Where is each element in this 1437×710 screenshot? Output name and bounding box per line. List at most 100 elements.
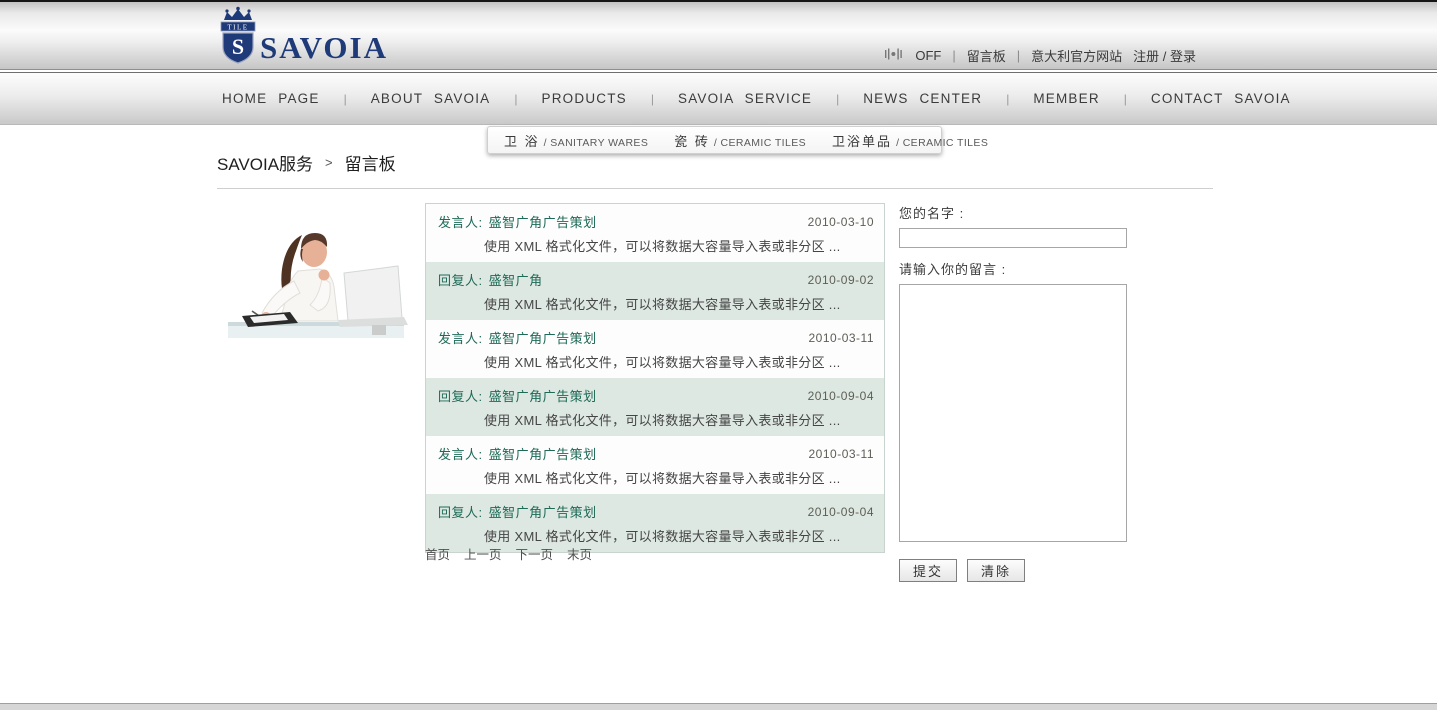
sound-icon[interactable]	[885, 48, 902, 63]
nav-link[interactable]: NEWS CENTER	[861, 85, 984, 112]
nav-separator: |	[344, 92, 347, 106]
message-author-name[interactable]: 盛智广角广告策划	[489, 447, 597, 462]
message-label: 请输入你的留言 :	[899, 259, 1129, 278]
message-row-header: 发言人: 盛智广角广告策划 2010-03-11	[438, 444, 874, 463]
message-row-header: 回复人: 盛智广角广告策划 2010-09-04	[438, 386, 874, 405]
content-area: SAVOIA服务 > 留言板	[217, 150, 1213, 603]
message-list: 发言人: 盛智广角广告策划 2010-03-10 使用 XML 格式化文件，可以将…	[425, 203, 885, 553]
main-nav-item: SAVOIA SERVICE |	[676, 85, 861, 112]
submenu-item[interactable]: 瓷 砖 / CERAMIC TILES	[674, 131, 806, 150]
nav-separator: |	[836, 92, 839, 106]
message-excerpt[interactable]: 使用 XML 格式化文件，可以将数据大容量导入表或非分区 ...	[438, 526, 874, 545]
nav-link[interactable]: SAVOIA SERVICE	[676, 85, 814, 112]
message-role-label: 发言人:	[438, 331, 483, 346]
message-textarea[interactable]	[899, 284, 1127, 542]
topbar-links: OFF | 留言板 | 意大利官方网站 注册 / 登录	[885, 46, 1196, 65]
message-author-name[interactable]: 盛智广角广告策划	[489, 389, 597, 404]
savoia-logo-graphic: TILE S SAVOIA	[210, 6, 390, 68]
nav-link[interactable]: PRODUCTS	[540, 85, 629, 112]
breadcrumb-current: 留言板	[345, 150, 396, 175]
form-buttons: 提交 清除	[899, 559, 1129, 582]
pagination: 首页 上一页 下一页 末页	[425, 544, 592, 563]
pagination-link[interactable]: 下一页	[516, 544, 554, 563]
submenu-item-en: / SANITARY WARES	[544, 137, 649, 149]
nav-link[interactable]: CONTACT SAVOIA	[1149, 85, 1293, 112]
message-excerpt[interactable]: 使用 XML 格式化文件，可以将数据大容量导入表或非分区 ...	[438, 294, 874, 313]
message-row[interactable]: 发言人: 盛智广角广告策划 2010-03-11 使用 XML 格式化文件，可以将…	[426, 436, 884, 494]
breadcrumb-separator: >	[325, 155, 333, 170]
breadcrumb-divider	[217, 188, 1213, 189]
main-nav-item: HOME PAGE |	[220, 85, 369, 112]
name-input[interactable]	[899, 228, 1127, 248]
message-row[interactable]: 发言人: 盛智广角广告策划 2010-03-10 使用 XML 格式化文件，可以将…	[426, 204, 884, 262]
message-row[interactable]: 回复人:盛智广角 2010-09-02 使用 XML 格式化文件，可以将数据大容…	[426, 262, 884, 320]
message-row-header: 发言人: 盛智广角广告策划 2010-03-11	[438, 328, 874, 347]
breadcrumb-section[interactable]: SAVOIA服务	[217, 150, 313, 175]
message-author: 发言人: 盛智广角广告策划	[438, 212, 597, 231]
message-role-label: 回复人:	[438, 389, 483, 404]
message-author: 回复人:盛智广角	[438, 270, 543, 289]
message-row[interactable]: 回复人: 盛智广角广告策划 2010-09-04 使用 XML 格式化文件，可以将…	[426, 378, 884, 436]
pagination-link[interactable]: 末页	[567, 544, 592, 563]
message-row-header: 发言人: 盛智广角广告策划 2010-03-10	[438, 212, 874, 231]
nav-link[interactable]: ABOUT SAVOIA	[369, 85, 493, 112]
main-nav-item: MEMBER |	[1031, 85, 1149, 112]
message-author-name[interactable]: 盛智广角广告策划	[489, 331, 597, 346]
message-date: 2010-03-11	[809, 447, 875, 461]
tile-band-text: TILE	[227, 23, 248, 31]
submenu-item[interactable]: 卫 浴 / SANITARY WARES	[504, 131, 648, 150]
message-excerpt[interactable]: 使用 XML 格式化文件，可以将数据大容量导入表或非分区 ...	[438, 410, 874, 429]
message-author-name[interactable]: 盛智广角	[489, 273, 543, 288]
shield-letter: S	[232, 34, 244, 59]
message-date: 2010-09-02	[808, 273, 874, 287]
submenu-item-zh: 卫浴单品	[832, 131, 892, 150]
message-row[interactable]: 发言人: 盛智广角广告策划 2010-03-11 使用 XML 格式化文件，可以将…	[426, 320, 884, 378]
message-date: 2010-09-04	[808, 505, 874, 519]
nav-link[interactable]: HOME PAGE	[220, 85, 322, 112]
savoia-logo[interactable]: TILE S SAVOIA	[210, 6, 390, 68]
main-columns: 发言人: 盛智广角广告策划 2010-03-10 使用 XML 格式化文件，可以将…	[217, 203, 1213, 603]
page: { "brand": { "name": "SAVOIA", "shield_t…	[0, 0, 1437, 710]
messageboard-link[interactable]: 留言板	[967, 46, 1006, 65]
sound-toggle-link[interactable]: OFF	[915, 48, 941, 63]
register-login-link[interactable]: 注册 / 登录	[1133, 46, 1196, 65]
nav-separator: |	[514, 92, 517, 106]
message-row-header: 回复人:盛智广角 2010-09-02	[438, 270, 874, 289]
italy-site-link[interactable]: 意大利官方网站	[1031, 46, 1122, 65]
main-nav-list: HOME PAGE | ABOUT SAVOIA | PRODUCTS | SA…	[220, 73, 1437, 124]
message-role-label: 发言人:	[438, 215, 483, 230]
products-submenu: 卫 浴 / SANITARY WARES 瓷 砖 / CERAMIC TILES…	[487, 126, 942, 154]
submenu-item-zh: 瓷 砖	[674, 131, 710, 150]
nav-link[interactable]: MEMBER	[1031, 85, 1101, 112]
message-date: 2010-09-04	[808, 389, 874, 403]
name-label: 您的名字 :	[899, 203, 1129, 222]
message-author: 发言人: 盛智广角广告策划	[438, 444, 597, 463]
message-date: 2010-03-10	[808, 215, 874, 229]
clear-button[interactable]: 清除	[967, 559, 1025, 582]
submenu-item-zh: 卫 浴	[504, 131, 540, 150]
main-nav-item: CONTACT SAVOIA |	[1149, 85, 1293, 112]
submit-button[interactable]: 提交	[899, 559, 957, 582]
message-excerpt[interactable]: 使用 XML 格式化文件，可以将数据大容量导入表或非分区 ...	[438, 352, 874, 371]
brand-wordmark: SAVOIA	[260, 30, 388, 65]
main-nav-item: PRODUCTS |	[540, 85, 676, 112]
topbar-separator: |	[1017, 48, 1020, 63]
topbar-separator: |	[952, 48, 955, 63]
pagination-link[interactable]: 首页	[425, 544, 450, 563]
footer-bar	[0, 703, 1437, 710]
message-author-name[interactable]: 盛智广角广告策划	[489, 215, 597, 230]
nav-separator: |	[1124, 92, 1127, 106]
nav-separator: |	[651, 92, 654, 106]
pagination-link[interactable]: 上一页	[464, 544, 502, 563]
nav-separator: |	[1006, 92, 1009, 106]
message-excerpt[interactable]: 使用 XML 格式化文件，可以将数据大容量导入表或非分区 ...	[438, 468, 874, 487]
message-date: 2010-03-11	[809, 331, 875, 345]
message-role-label: 发言人:	[438, 447, 483, 462]
main-nav-item: NEWS CENTER |	[861, 85, 1031, 112]
message-row-header: 回复人:盛智广角广告策划 2010-09-04	[438, 502, 874, 521]
submenu-item[interactable]: 卫浴单品 / CERAMIC TILES	[832, 131, 988, 150]
message-excerpt[interactable]: 使用 XML 格式化文件，可以将数据大容量导入表或非分区 ...	[438, 236, 874, 255]
submenu-item-en: / CERAMIC TILES	[714, 137, 806, 149]
message-form: 您的名字 : 请输入你的留言 : 提交 清除	[899, 203, 1129, 582]
message-author-name[interactable]: 盛智广角广告策划	[489, 505, 597, 520]
